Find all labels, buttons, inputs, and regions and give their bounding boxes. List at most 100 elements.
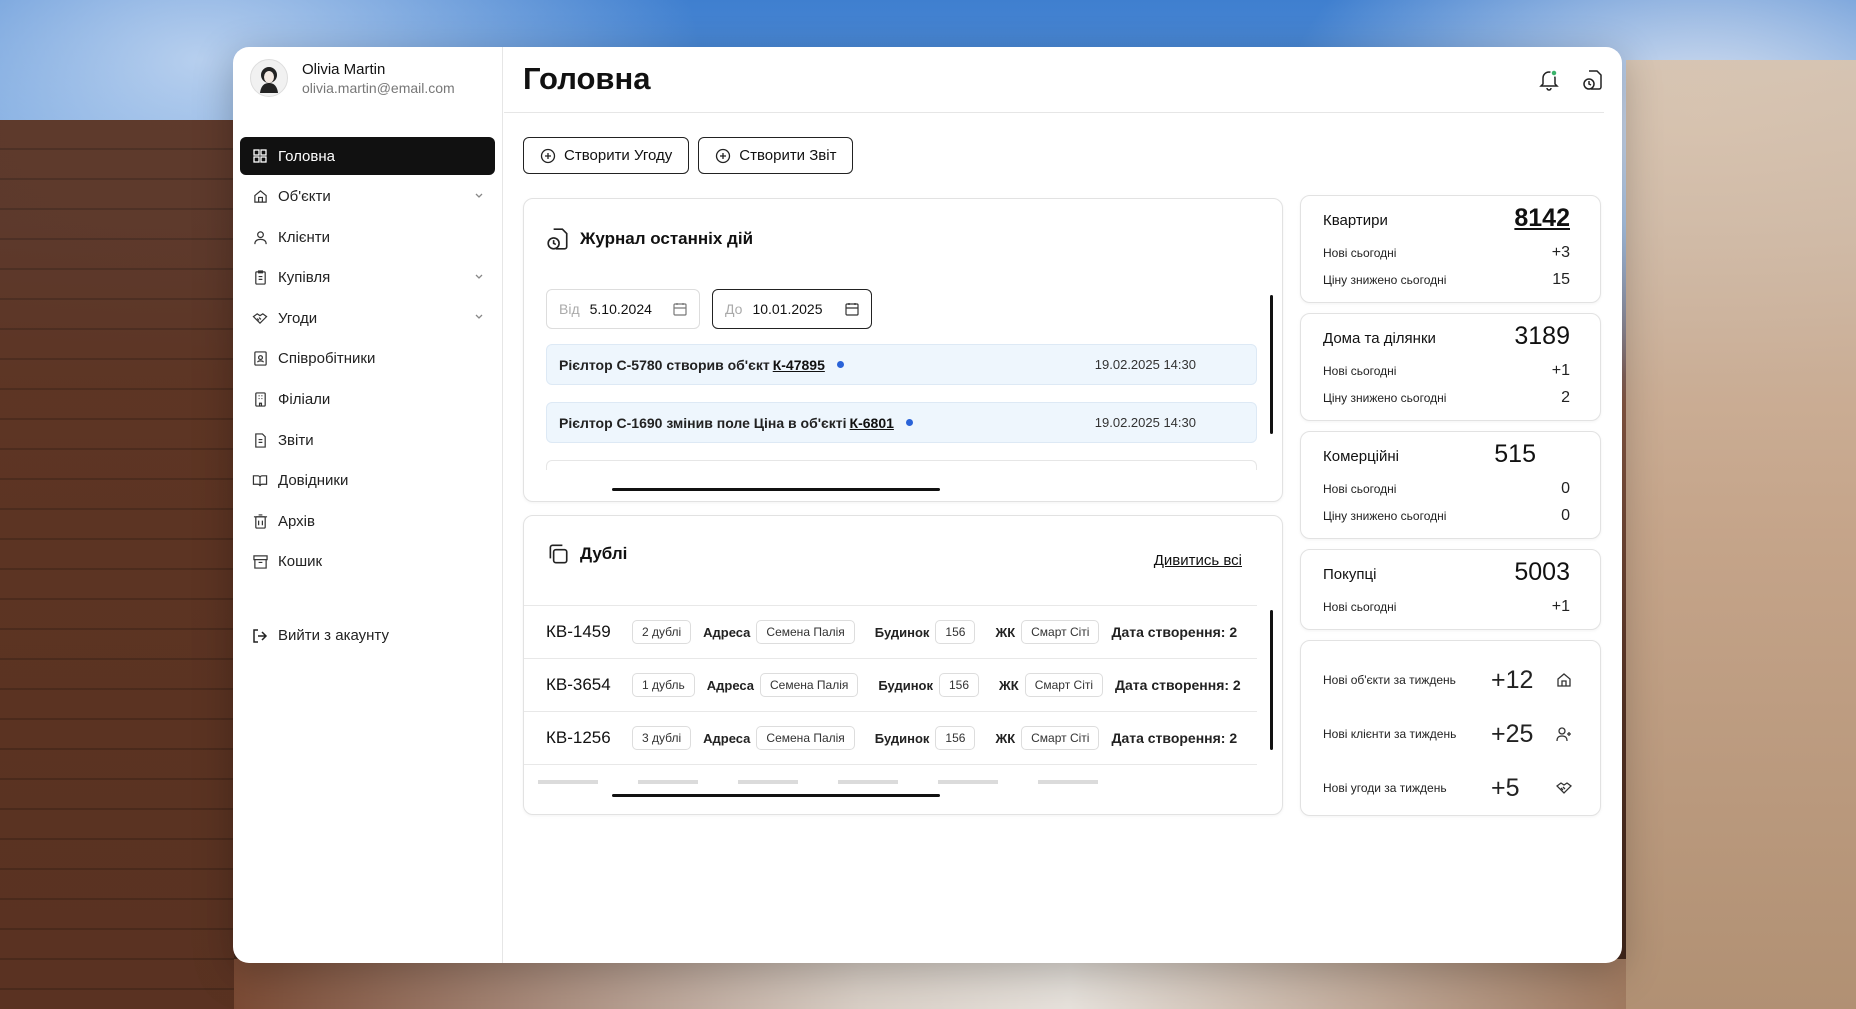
calendar-icon[interactable] <box>845 302 859 316</box>
sidebar-item-clients[interactable]: Клієнти <box>240 218 495 256</box>
table-row[interactable]: КВ-1256 3 дублі Адреса Семена Палія Буди… <box>524 712 1257 765</box>
create-report-button[interactable]: Створити Звіт <box>698 137 854 174</box>
unread-dot <box>905 419 913 426</box>
view-all-link[interactable]: Дивитись всі <box>1154 552 1242 569</box>
sidebar-item-trash[interactable]: Кошик <box>240 543 495 581</box>
house-label: Будинок <box>874 624 930 640</box>
notification-bell-icon[interactable] <box>1538 69 1560 91</box>
sidebar-item-objects[interactable]: Об'єкти <box>240 178 495 216</box>
stat-value: 8142 <box>1514 204 1570 232</box>
activity-log-icon <box>547 228 568 250</box>
stat-row-value: +1 <box>1551 598 1570 615</box>
trash-icon <box>252 554 268 570</box>
archive-icon <box>252 513 268 529</box>
stat-card-houses[interactable]: Дома та ділянки 3189 Нові сьогодні +1 Цін… <box>1300 313 1601 421</box>
log-scrollbar-vertical[interactable] <box>1270 295 1273 434</box>
sidebar-item-branches[interactable]: Філіали <box>240 381 495 419</box>
stat-card-apartments[interactable]: Квартири 8142 Нові сьогодні +3 Ціну зниже… <box>1300 195 1601 303</box>
sidebar-item-label: Угоди <box>278 309 318 327</box>
stat-row-label: Нові сьогодні <box>1323 600 1397 614</box>
table-row[interactable]: КВ-3654 1 дубль Адреса Семена Палія Буди… <box>524 659 1257 712</box>
log-scrollbar-horizontal[interactable] <box>612 488 940 491</box>
stat-row-value: +1 <box>1551 362 1570 379</box>
stat-card-commercial[interactable]: Комерційні 515 Нові сьогодні 0 Ціну зниже… <box>1300 431 1601 539</box>
stat-row-label: Ціну знижено сьогодні <box>1323 273 1447 287</box>
log-entry-text: Рієлтор С-1690 змінив поле Ціна в об'єкт… <box>559 414 847 431</box>
stat-name: Покупці <box>1323 566 1377 583</box>
log-entry-link[interactable]: К-6801 <box>850 415 894 431</box>
complex-label: ЖК <box>999 677 1019 693</box>
weekly-row-deals[interactable]: Нові угоди за тиждень +5 <box>1323 773 1572 803</box>
sidebar-item-home[interactable]: Головна <box>240 137 495 175</box>
chevron-down-icon <box>475 274 483 279</box>
stat-row: Ціну знижено сьогодні 15 <box>1323 271 1570 289</box>
sidebar-item-deals[interactable]: Угоди <box>240 299 495 337</box>
weekly-row-clients[interactable]: Нові клієнти за тиждень +25 <box>1323 719 1572 749</box>
table-row[interactable]: КВ-1459 2 дублі Адреса Семена Палія Буди… <box>524 606 1257 659</box>
duplicates-scrollbar-horizontal[interactable] <box>612 794 940 797</box>
log-entry[interactable]: Рієлтор С-1690 змінив поле Ціна в об'єкт… <box>546 402 1257 443</box>
report-icon <box>252 432 268 448</box>
log-entry-text: Рієлтор С-5780 створив об'єкт <box>559 356 770 373</box>
address-value: Семена Палія <box>756 726 855 750</box>
activity-log-icon[interactable] <box>1582 69 1604 91</box>
house-label: Будинок <box>878 677 933 693</box>
weekly-value: +5 <box>1491 773 1520 802</box>
user-profile[interactable]: Olivia Martin olivia.martin@email.com <box>250 59 455 97</box>
stat-row: Нові сьогодні 0 <box>1323 480 1570 498</box>
unread-dot <box>836 361 844 368</box>
logout-button[interactable]: Вийти з акаунту <box>252 627 389 644</box>
sidebar-item-archive[interactable]: Архів <box>240 502 495 540</box>
table-row-partial <box>538 774 1138 784</box>
sidebar-item-label: Архів <box>278 512 315 530</box>
duplicates-scrollbar-vertical[interactable] <box>1270 610 1273 750</box>
sidebar-item-label: Кошик <box>278 553 323 571</box>
weekly-row-objects[interactable]: Нові об'єкти за тиждень +12 <box>1323 665 1572 695</box>
duplicate-count-badge: 1 дубль <box>632 673 695 697</box>
building-icon <box>252 392 268 408</box>
sidebar-item-directories[interactable]: Довідники <box>240 462 495 500</box>
stat-row-label: Нові сьогодні <box>1323 482 1397 496</box>
clipboard-icon <box>252 270 268 286</box>
sidebar-item-reports[interactable]: Звіти <box>240 421 495 459</box>
address-label: Адреса <box>703 730 751 746</box>
plus-circle-icon <box>716 148 731 163</box>
page-header: Головна <box>504 47 1604 113</box>
date-to-field[interactable]: До 10.01.2025 <box>712 289 872 329</box>
address-label: Адреса <box>706 677 754 693</box>
page-title: Головна <box>523 61 651 96</box>
weekly-label: Нові угоди за тиждень <box>1323 781 1447 795</box>
create-deal-button[interactable]: Створити Угоду <box>523 137 690 174</box>
sidebar-item-purchase[interactable]: Купівля <box>240 259 495 297</box>
sidebar-item-label: Філіали <box>278 391 331 409</box>
stat-value: 515 <box>1494 440 1536 468</box>
create-report-label: Створити Звіт <box>739 147 837 164</box>
weekly-summary-card: Нові об'єкти за тиждень +12 Нові клієнти… <box>1300 640 1601 816</box>
stat-row-value: 15 <box>1552 271 1570 288</box>
stat-row-label: Нові сьогодні <box>1323 246 1397 260</box>
badge-icon <box>252 351 268 367</box>
log-entry[interactable]: Рієлтор С-5780 створив об'єкт К-47895 19… <box>546 344 1257 385</box>
duplicate-count-badge: 3 дублі <box>632 726 692 750</box>
book-icon <box>252 473 268 489</box>
sidebar-item-employees[interactable]: Співробітники <box>240 340 495 378</box>
sidebar: Olivia Martin olivia.martin@email.com Го… <box>233 47 503 963</box>
date-from-value: 5.10.2024 <box>589 301 652 317</box>
stat-card-buyers[interactable]: Покупці 5003 Нові сьогодні +1 <box>1300 549 1601 630</box>
stat-name: Дома та ділянки <box>1323 330 1436 347</box>
app-window: Olivia Martin olivia.martin@email.com Го… <box>233 47 1622 963</box>
user-name: Olivia Martin <box>302 60 386 78</box>
created-date-label: Дата створення: 2 <box>1111 624 1238 640</box>
stat-value: 3189 <box>1514 322 1570 350</box>
duplicate-count-badge: 2 дублі <box>632 620 692 644</box>
house-value: 156 <box>935 726 976 750</box>
stat-row-value: 0 <box>1561 480 1570 497</box>
stat-row-value: 0 <box>1561 507 1570 524</box>
stat-row-label: Ціну знижено сьогодні <box>1323 391 1447 405</box>
house-value: 156 <box>939 673 980 697</box>
date-from-field[interactable]: Від 5.10.2024 <box>546 289 700 329</box>
stat-name: Комерційні <box>1323 448 1399 465</box>
complex-label: ЖК <box>995 730 1016 746</box>
calendar-icon[interactable] <box>673 302 687 316</box>
log-entry-link[interactable]: К-47895 <box>773 357 825 373</box>
